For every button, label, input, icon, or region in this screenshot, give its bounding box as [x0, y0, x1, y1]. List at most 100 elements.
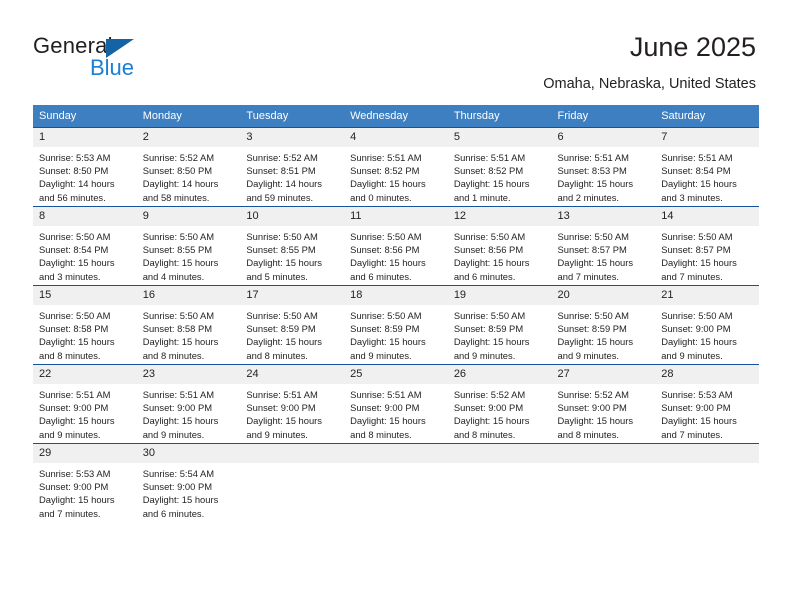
calendar-day-cell[interactable]: 22 Sunrise: 5:51 AM Sunset: 9:00 PM Dayligh…	[33, 364, 137, 444]
daylight-text-line2: and 6 minutes.	[142, 507, 205, 519]
sunrise-text: Sunrise: 5:53 AM	[661, 389, 733, 400]
calendar-day-cell[interactable]: 6 Sunrise: 5:51 AM Sunset: 8:53 PM Daylight…	[551, 127, 656, 207]
day-number: 18	[344, 286, 448, 305]
daylight-text-line2: and 9 minutes.	[661, 349, 723, 361]
daylight-text-line1: Daylight: 15 hours	[142, 257, 219, 269]
day-sun-info: Sunrise: 5:53 AM Sunset: 8:50 PM Daylight:…	[33, 147, 137, 204]
day-number	[240, 444, 345, 463]
sunset-text: Sunset: 8:53 PM	[557, 165, 627, 177]
daylight-text-line1: Daylight: 14 hours	[39, 178, 115, 190]
calendar-day-cell[interactable]: 28 Sunrise: 5:53 AM Sunset: 9:00 PM Dayligh…	[655, 364, 759, 444]
calendar-day-cell[interactable]: 21 Sunrise: 5:50 AM Sunset: 9:00 PM Dayligh…	[655, 285, 759, 365]
sunset-text: Sunset: 8:50 PM	[142, 165, 213, 177]
calendar-empty-cell	[240, 443, 345, 522]
column-header-monday: Monday	[136, 105, 241, 128]
sunrise-text: Sunrise: 5:50 AM	[246, 231, 318, 242]
calendar-day-cell[interactable]: 25 Sunrise: 5:51 AM Sunset: 9:00 PM Dayligh…	[344, 364, 448, 444]
day-number: 4	[344, 128, 448, 147]
column-header-thursday: Thursday	[447, 105, 552, 128]
day-number: 13	[551, 207, 656, 226]
sunrise-text: Sunrise: 5:50 AM	[350, 231, 422, 242]
sunset-text: Sunset: 8:59 PM	[557, 323, 627, 335]
calendar-day-cell[interactable]: 3 Sunrise: 5:52 AM Sunset: 8:51 PM Daylight…	[240, 127, 345, 207]
daylight-text-line1: Daylight: 14 hours	[142, 178, 219, 190]
sunset-text: Sunset: 8:52 PM	[350, 165, 420, 177]
day-sun-info: Sunrise: 5:53 AM Sunset: 9:00 PM Daylight:…	[655, 384, 759, 441]
calendar-day-cell[interactable]: 4 Sunrise: 5:51 AM Sunset: 8:52 PM Daylight…	[344, 127, 448, 207]
day-sun-info: Sunrise: 5:51 AM Sunset: 8:52 PM Daylight:…	[344, 147, 448, 204]
daylight-text-line1: Daylight: 15 hours	[557, 178, 634, 190]
calendar-day-cell[interactable]: 30 Sunrise: 5:54 AM Sunset: 9:00 PM Dayligh…	[136, 443, 241, 522]
calendar-empty-cell	[551, 443, 656, 522]
sunrise-text: Sunrise: 5:53 AM	[39, 468, 111, 479]
calendar-day-cell[interactable]: 1 Sunrise: 5:53 AM Sunset: 8:50 PM Daylight…	[33, 127, 137, 207]
calendar-week-row: 29 Sunrise: 5:53 AM Sunset: 9:00 PM Dayligh…	[33, 443, 759, 522]
day-sun-info: Sunrise: 5:50 AM Sunset: 8:58 PM Daylight:…	[33, 305, 137, 362]
sunrise-text: Sunrise: 5:50 AM	[39, 231, 111, 242]
day-number: 19	[447, 286, 552, 305]
calendar-day-cell[interactable]: 19 Sunrise: 5:50 AM Sunset: 8:59 PM Dayligh…	[447, 285, 552, 365]
sunrise-text: Sunrise: 5:53 AM	[39, 152, 111, 163]
day-sun-info: Sunrise: 5:51 AM Sunset: 9:00 PM Daylight:…	[137, 384, 241, 441]
calendar-day-cell[interactable]: 2 Sunrise: 5:52 AM Sunset: 8:50 PM Daylight…	[136, 127, 241, 207]
day-number: 27	[551, 365, 656, 384]
calendar-day-cell[interactable]: 5 Sunrise: 5:51 AM Sunset: 8:52 PM Daylight…	[447, 127, 552, 207]
calendar-day-cell[interactable]: 26 Sunrise: 5:52 AM Sunset: 9:00 PM Dayligh…	[447, 364, 552, 444]
daylight-text-line1: Daylight: 14 hours	[246, 178, 322, 190]
daylight-text-line2: and 9 minutes.	[39, 428, 101, 440]
calendar-day-cell[interactable]: 16 Sunrise: 5:50 AM Sunset: 8:58 PM Dayligh…	[136, 285, 241, 365]
daylight-text-line2: and 2 minutes.	[557, 191, 620, 203]
daylight-text-line2: and 6 minutes.	[350, 270, 412, 282]
daylight-text-line1: Daylight: 15 hours	[453, 257, 530, 269]
calendar-day-cell[interactable]: 10 Sunrise: 5:50 AM Sunset: 8:55 PM Dayligh…	[240, 206, 345, 286]
logo-word-blue: Blue	[90, 55, 135, 80]
day-sun-info: Sunrise: 5:51 AM Sunset: 8:53 PM Daylight:…	[552, 147, 656, 204]
calendar-day-cell[interactable]: 13 Sunrise: 5:50 AM Sunset: 8:57 PM Dayligh…	[551, 206, 656, 286]
calendar-day-cell[interactable]: 23 Sunrise: 5:51 AM Sunset: 9:00 PM Dayligh…	[136, 364, 241, 444]
daylight-text-line2: and 8 minutes.	[39, 349, 101, 361]
calendar-day-cell[interactable]: 29 Sunrise: 5:53 AM Sunset: 9:00 PM Dayligh…	[33, 443, 137, 522]
calendar-empty-cell	[344, 443, 448, 522]
calendar-day-cell[interactable]: 12 Sunrise: 5:50 AM Sunset: 8:56 PM Dayligh…	[447, 206, 552, 286]
sunrise-text: Sunrise: 5:50 AM	[142, 231, 215, 242]
column-header-wednesday: Wednesday	[344, 105, 448, 128]
sunrise-text: Sunrise: 5:51 AM	[39, 389, 111, 400]
day-number: 25	[344, 365, 448, 384]
calendar-day-cell[interactable]: 24 Sunrise: 5:51 AM Sunset: 9:00 PM Dayligh…	[240, 364, 345, 444]
daylight-text-line1: Daylight: 15 hours	[39, 336, 115, 348]
day-sun-info: Sunrise: 5:51 AM Sunset: 8:54 PM Daylight:…	[655, 147, 759, 204]
calendar-day-cell[interactable]: 14 Sunrise: 5:50 AM Sunset: 8:57 PM Dayligh…	[655, 206, 759, 286]
sunset-text: Sunset: 9:00 PM	[142, 402, 213, 414]
calendar-week-row: 22 Sunrise: 5:51 AM Sunset: 9:00 PM Dayligh…	[33, 364, 759, 444]
sunset-text: Sunset: 8:55 PM	[142, 244, 213, 256]
day-number	[344, 444, 448, 463]
day-sun-info	[344, 463, 448, 467]
daylight-text-line1: Daylight: 15 hours	[661, 336, 737, 348]
daylight-text-line2: and 8 minutes.	[246, 349, 308, 361]
calendar-day-cell[interactable]: 9 Sunrise: 5:50 AM Sunset: 8:55 PM Daylight…	[136, 206, 241, 286]
daylight-text-line1: Daylight: 15 hours	[246, 415, 322, 427]
calendar-day-cell[interactable]: 17 Sunrise: 5:50 AM Sunset: 8:59 PM Dayligh…	[240, 285, 345, 365]
day-number: 6	[551, 128, 656, 147]
sunset-text: Sunset: 8:59 PM	[453, 323, 524, 335]
sunrise-text: Sunrise: 5:50 AM	[661, 231, 733, 242]
day-number: 3	[240, 128, 345, 147]
sunset-text: Sunset: 8:59 PM	[246, 323, 316, 335]
calendar-day-cell[interactable]: 20 Sunrise: 5:50 AM Sunset: 8:59 PM Dayligh…	[551, 285, 656, 365]
calendar-day-cell[interactable]: 18 Sunrise: 5:50 AM Sunset: 8:59 PM Dayligh…	[344, 285, 448, 365]
calendar-day-cell[interactable]: 27 Sunrise: 5:52 AM Sunset: 9:00 PM Dayligh…	[551, 364, 656, 444]
calendar-week-row: 1 Sunrise: 5:53 AM Sunset: 8:50 PM Daylight…	[33, 127, 759, 207]
daylight-text-line2: and 1 minute.	[453, 191, 511, 203]
day-number	[551, 444, 656, 463]
daylight-text-line1: Daylight: 15 hours	[453, 415, 530, 427]
sunset-text: Sunset: 8:57 PM	[661, 244, 731, 256]
calendar-day-cell[interactable]: 15 Sunrise: 5:50 AM Sunset: 8:58 PM Dayligh…	[33, 285, 137, 365]
sunset-text: Sunset: 8:52 PM	[453, 165, 524, 177]
day-sun-info: Sunrise: 5:50 AM Sunset: 8:57 PM Daylight:…	[655, 226, 759, 283]
sunrise-text: Sunrise: 5:51 AM	[557, 152, 629, 163]
calendar-day-cell[interactable]: 7 Sunrise: 5:51 AM Sunset: 8:54 PM Daylight…	[655, 127, 759, 207]
calendar-day-cell[interactable]: 8 Sunrise: 5:50 AM Sunset: 8:54 PM Daylight…	[33, 206, 137, 286]
sunset-text: Sunset: 9:00 PM	[246, 402, 316, 414]
sunrise-text: Sunrise: 5:52 AM	[453, 389, 526, 400]
calendar-day-cell[interactable]: 11 Sunrise: 5:50 AM Sunset: 8:56 PM Dayligh…	[344, 206, 448, 286]
